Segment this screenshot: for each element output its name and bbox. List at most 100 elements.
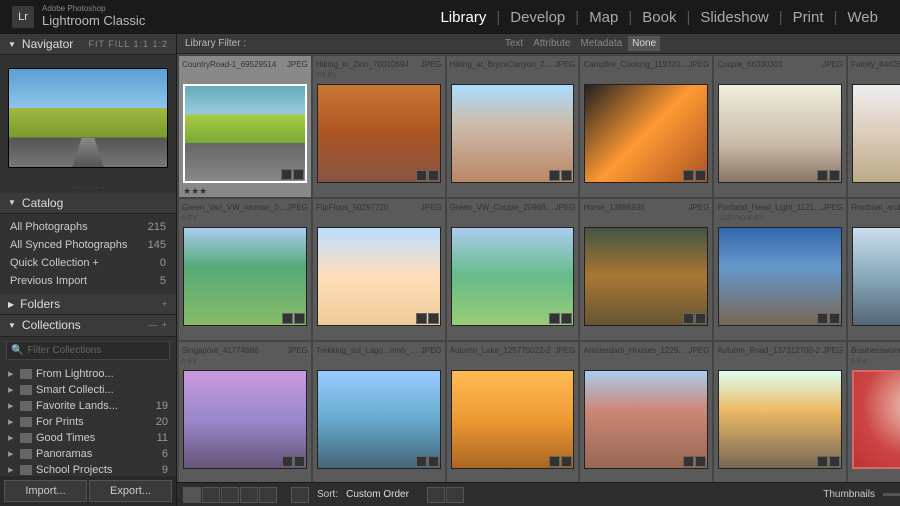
- badge-icon[interactable]: [281, 169, 292, 180]
- disclosure-triangle-icon[interactable]: ▼: [8, 198, 16, 207]
- sort-value[interactable]: Custom Order: [346, 489, 409, 500]
- badge-icon[interactable]: [293, 169, 304, 180]
- photo-cell[interactable]: Hiking_in_Zion_70010694JPEG1/3 EV· · · ·…: [312, 55, 446, 198]
- rating-stars[interactable]: · · · · ·: [447, 328, 579, 340]
- rating-stars[interactable]: · · · · ·: [714, 185, 846, 197]
- photo-cell[interactable]: Horse_13886935JPEG· · · · ·: [579, 198, 713, 341]
- badge-icon[interactable]: [416, 313, 427, 324]
- photo-cell[interactable]: Couple_66330301JPEG· · · · ·: [713, 55, 847, 198]
- thumbnail[interactable]: [718, 227, 842, 326]
- survey-view-icon[interactable]: [240, 487, 258, 503]
- collection-item[interactable]: ▶Panoramas6: [0, 446, 176, 462]
- badge-icon[interactable]: [428, 313, 439, 324]
- loupe-view-icon[interactable]: [202, 487, 220, 503]
- module-web[interactable]: Web: [837, 5, 888, 30]
- disclosure-triangle-icon[interactable]: ▼: [8, 321, 16, 330]
- photo-cell[interactable]: Green_VW_Couple_209689493JPEG· · · · ·: [446, 198, 580, 341]
- catalog-item[interactable]: All Synced Photographs145: [0, 236, 176, 254]
- filter-attribute[interactable]: Attribute: [529, 36, 574, 51]
- rating-stars[interactable]: · · · · ·: [714, 471, 846, 482]
- rating-stars[interactable]: · · · · ·: [313, 328, 445, 340]
- photo-cell[interactable]: Hiking_at_BryceCanyon_211015870JPEG· · ·…: [446, 55, 580, 198]
- navigator-zoom-options[interactable]: FIT FILL 1:1 1:2: [88, 39, 168, 49]
- thumbnail[interactable]: [584, 227, 708, 326]
- import-button[interactable]: Import...: [4, 480, 87, 502]
- badge-icon[interactable]: [829, 313, 840, 324]
- module-map[interactable]: Map: [579, 5, 628, 30]
- collection-item[interactable]: ▶Smart Collecti...: [0, 382, 176, 398]
- badge-icon[interactable]: [829, 456, 840, 467]
- badge-icon[interactable]: [817, 456, 828, 467]
- thumbnail[interactable]: [584, 370, 708, 469]
- module-print[interactable]: Print: [783, 5, 834, 30]
- grid-view-icon[interactable]: [183, 487, 201, 503]
- collection-item[interactable]: ▶School Projects9: [0, 462, 176, 476]
- compare-view-icon[interactable]: [221, 487, 239, 503]
- photo-cell[interactable]: Autumn_Road_137312700-2JPEG· · · · ·: [713, 341, 847, 482]
- thumbnail[interactable]: [451, 370, 575, 469]
- disclosure-triangle-icon[interactable]: ▶: [8, 300, 14, 309]
- collections-add-icon[interactable]: — +: [148, 320, 168, 330]
- photo-cell[interactable]: Portland_Head_Light_112166324JPEG-1257/4…: [713, 198, 847, 341]
- catalog-header[interactable]: ▼ Catalog: [0, 193, 176, 214]
- photo-cell[interactable]: Businesswoman_18378685JPEG0 EV· · · · ·: [847, 341, 900, 482]
- thumbnail[interactable]: [852, 227, 900, 326]
- badge-icon[interactable]: [561, 170, 572, 181]
- thumbnail[interactable]: [852, 370, 900, 469]
- thumbnail[interactable]: [317, 370, 441, 469]
- photo-cell[interactable]: Rowboat_and_Dock_181331006JPEG· · · · ·: [847, 198, 900, 341]
- collections-header[interactable]: ▼ Collections — +: [0, 315, 176, 336]
- photo-cell[interactable]: Autumn_Lake_125775022-2JPEG· · · · ·: [446, 341, 580, 482]
- catalog-item[interactable]: Quick Collection +0: [0, 254, 176, 272]
- folders-header[interactable]: ▶ Folders +: [0, 294, 176, 315]
- photo-cell[interactable]: Amsterdam_Houses_122940375JPEG· · · · ·: [579, 341, 713, 482]
- badge-icon[interactable]: [294, 456, 305, 467]
- rating-stars[interactable]: · · · · ·: [447, 185, 579, 197]
- thumbnail[interactable]: [451, 227, 575, 326]
- thumbnail-size-slider[interactable]: [883, 493, 900, 496]
- collection-item[interactable]: ▶Favorite Lands...19: [0, 398, 176, 414]
- filter-text[interactable]: Text: [501, 36, 527, 51]
- thumbnail[interactable]: [718, 370, 842, 469]
- badge-icon[interactable]: [683, 170, 694, 181]
- badge-icon[interactable]: [817, 170, 828, 181]
- thumbnail[interactable]: [852, 84, 900, 183]
- photo-cell[interactable]: CountryRoad-1_69529514JPEG★★★: [178, 55, 312, 198]
- navigator-header[interactable]: ▼ Navigator FIT FILL 1:1 1:2: [0, 34, 176, 55]
- rating-stars[interactable]: · · · · ·: [313, 471, 445, 482]
- badge-icon[interactable]: [282, 313, 293, 324]
- painter-icon[interactable]: [291, 487, 309, 503]
- badge-icon[interactable]: [695, 170, 706, 181]
- badge-icon[interactable]: [561, 313, 572, 324]
- module-library[interactable]: Library: [430, 5, 496, 30]
- badge-icon[interactable]: [294, 313, 305, 324]
- badge-icon[interactable]: [695, 456, 706, 467]
- thumbnail[interactable]: [183, 370, 307, 469]
- filter-none[interactable]: None: [628, 36, 660, 51]
- catalog-item[interactable]: All Photographs215: [0, 218, 176, 236]
- module-develop[interactable]: Develop: [500, 5, 575, 30]
- photo-cell[interactable]: Green_Van_VW_woman_09741797JPEG0 EV· · ·…: [178, 198, 312, 341]
- badge-icon[interactable]: [695, 313, 706, 324]
- badge-icon[interactable]: [561, 456, 572, 467]
- filter-metadata[interactable]: Metadata: [576, 36, 626, 51]
- rating-stars[interactable]: · · · · ·: [179, 328, 311, 340]
- thumbnail[interactable]: [183, 84, 307, 183]
- photo-cell[interactable]: Trekking_sul_Lago...omo_193948254JPEG· ·…: [312, 341, 446, 482]
- rating-stars[interactable]: · · · · ·: [447, 471, 579, 482]
- photo-cell[interactable]: Campfire_Cooking_119320839JPEG· · · · ·: [579, 55, 713, 198]
- badge-icon[interactable]: [817, 313, 828, 324]
- thumbnail[interactable]: [183, 227, 307, 326]
- rating-stars[interactable]: · · · · ·: [848, 185, 900, 197]
- badge-icon[interactable]: [829, 170, 840, 181]
- photo-cell[interactable]: Singapore_41774686JPEG0 EV· · · · ·: [178, 341, 312, 482]
- collection-item[interactable]: ▶For Prints20: [0, 414, 176, 430]
- thumbnail[interactable]: [317, 227, 441, 326]
- badge-icon[interactable]: [549, 170, 560, 181]
- badge-icon[interactable]: [549, 456, 560, 467]
- rating-stars[interactable]: · · · · ·: [580, 185, 712, 197]
- thumbnail[interactable]: [718, 84, 842, 183]
- rating-stars[interactable]: · · · · ·: [313, 185, 445, 197]
- rating-stars[interactable]: · · · · ·: [580, 328, 712, 340]
- badge-icon[interactable]: [282, 456, 293, 467]
